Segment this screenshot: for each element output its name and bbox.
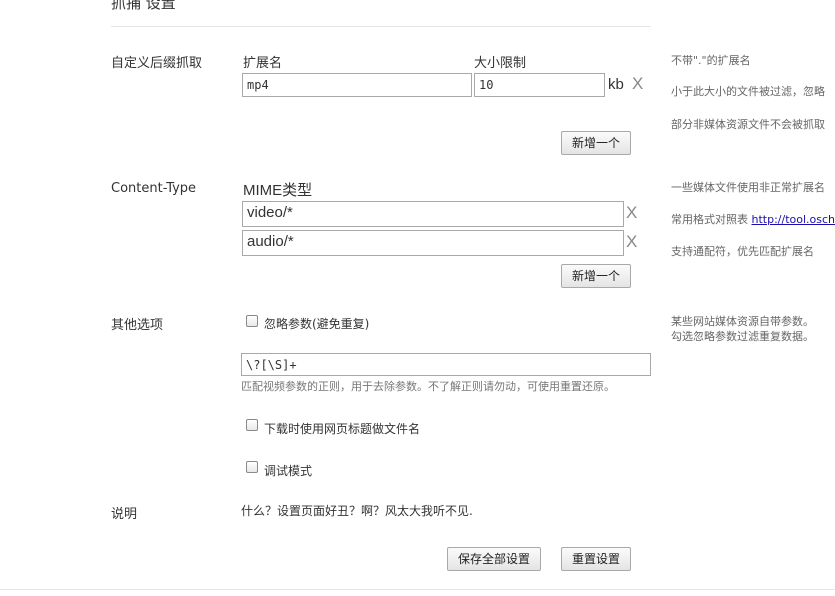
content-type-label: Content-Type bbox=[111, 181, 197, 196]
explain-text: 什么？设置页面好丑？啊？风太大我听不见. bbox=[241, 504, 473, 518]
use-title-checkbox[interactable] bbox=[246, 419, 258, 431]
use-title-label: 下载时使用网页标题做文件名 bbox=[264, 422, 421, 436]
remove-mime-audio-icon[interactable]: X bbox=[626, 232, 637, 252]
ext-input[interactable]: mp4 bbox=[242, 73, 472, 97]
remove-mime-video-icon[interactable]: X bbox=[626, 203, 637, 223]
mime-input-audio[interactable]: audio/* bbox=[242, 230, 624, 256]
debug-mode-label: 调试模式 bbox=[264, 464, 313, 478]
suffix-hint-1: 不带"."的扩展名 bbox=[671, 54, 751, 67]
content-type-hint-3: 支持通配符，优先匹配扩展名 bbox=[671, 245, 814, 258]
debug-mode-checkbox[interactable] bbox=[246, 461, 258, 473]
add-mime-button[interactable]: 新增一个 bbox=[561, 264, 631, 288]
reset-button[interactable]: 重置设置 bbox=[561, 547, 631, 571]
footer-divider bbox=[0, 589, 835, 590]
suffix-section-label: 自定义后缀抓取 bbox=[111, 56, 203, 71]
content-type-hint-2: 常用格式对照表 http://tool.oschina bbox=[671, 211, 835, 227]
content-type-hint-2-text: 常用格式对照表 bbox=[671, 213, 752, 226]
save-all-button[interactable]: 保存全部设置 bbox=[447, 547, 541, 571]
mime-input-video[interactable]: video/* bbox=[242, 201, 624, 227]
regex-note: 匹配视频参数的正则，用于去除参数。不了解正则请勿动，可使用重置还原。 bbox=[241, 380, 615, 393]
add-suffix-button[interactable]: 新增一个 bbox=[561, 131, 631, 155]
size-column-header: 大小限制 bbox=[474, 56, 527, 71]
ignore-params-label: 忽略参数(避免重复) bbox=[264, 317, 370, 331]
suffix-hint-2: 小于此大小的文件被过滤，忽略 bbox=[671, 85, 825, 98]
other-options-label: 其他选项 bbox=[111, 318, 164, 333]
other-hint-1: 某些网站媒体资源自带参数。 bbox=[671, 315, 814, 328]
format-table-link[interactable]: http://tool.oschina bbox=[752, 213, 835, 226]
title-divider bbox=[111, 26, 651, 27]
ignore-params-checkbox[interactable] bbox=[246, 315, 258, 327]
content-type-hint-1: 一些媒体文件使用非正常扩展名 bbox=[671, 181, 825, 194]
remove-suffix-icon[interactable]: X bbox=[632, 74, 643, 94]
mime-column-header: MIME类型 bbox=[243, 182, 313, 199]
section-title: 抓捕 设置 bbox=[111, 0, 176, 12]
ext-column-header: 扩展名 bbox=[243, 56, 283, 71]
explain-label: 说明 bbox=[111, 507, 138, 522]
size-unit-label: kb bbox=[608, 76, 624, 93]
other-hint-2: 勾选忽略参数过滤重复数据。 bbox=[671, 330, 814, 343]
size-limit-input[interactable]: 10 bbox=[474, 73, 605, 97]
regex-input[interactable]: \?[\S]+ bbox=[241, 353, 651, 376]
suffix-hint-3: 部分非媒体资源文件不会被抓取 bbox=[671, 118, 825, 131]
